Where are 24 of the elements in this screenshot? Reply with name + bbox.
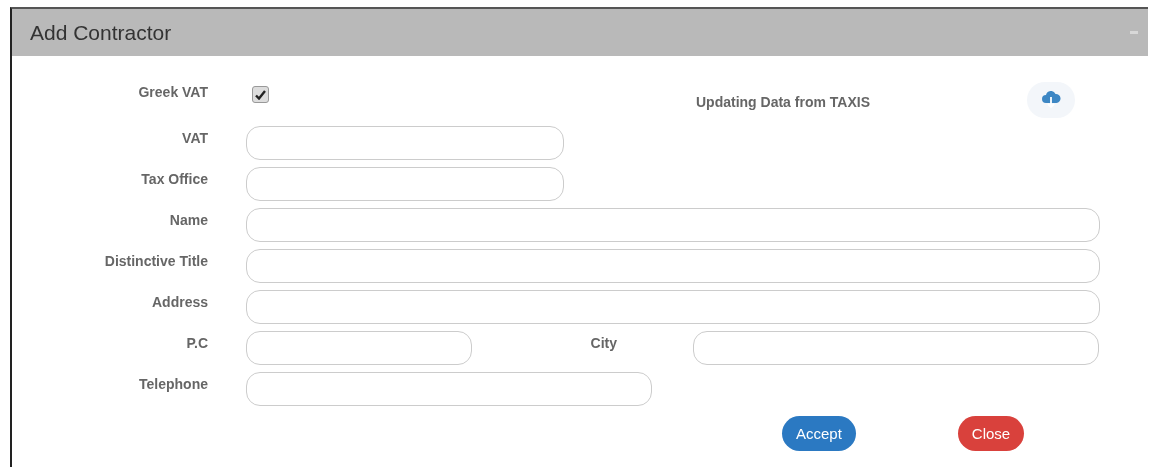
field-label: City: [589, 334, 617, 351]
field-label: VAT: [181, 129, 208, 146]
field-label: Telephone: [138, 375, 208, 392]
field-label: Address: [150, 293, 208, 310]
field-label: Greek VAT: [137, 83, 208, 100]
field-label: Distinctive Title: [103, 252, 208, 269]
checkbox[interactable]: [252, 86, 269, 103]
text-field[interactable]: [246, 290, 1100, 324]
text-field[interactable]: [246, 372, 652, 406]
close-button[interactable]: Close: [957, 416, 1025, 451]
download-button[interactable]: [1026, 82, 1075, 118]
window-title: Add Contractor: [30, 20, 172, 45]
text-field[interactable]: [246, 126, 564, 160]
text-field[interactable]: [246, 208, 1100, 242]
text-field[interactable]: [246, 249, 1100, 283]
accept-button[interactable]: Accept: [782, 416, 856, 451]
text-field[interactable]: [693, 331, 1099, 365]
text-field[interactable]: [246, 331, 472, 365]
field-label: P.C: [185, 334, 208, 351]
field-label: Name: [168, 211, 208, 228]
text-field[interactable]: [246, 167, 564, 201]
cloud-download-icon: [1040, 91, 1061, 109]
field-label: Tax Office: [140, 170, 208, 187]
update-label: Updating Data from TAXIS: [696, 94, 870, 110]
